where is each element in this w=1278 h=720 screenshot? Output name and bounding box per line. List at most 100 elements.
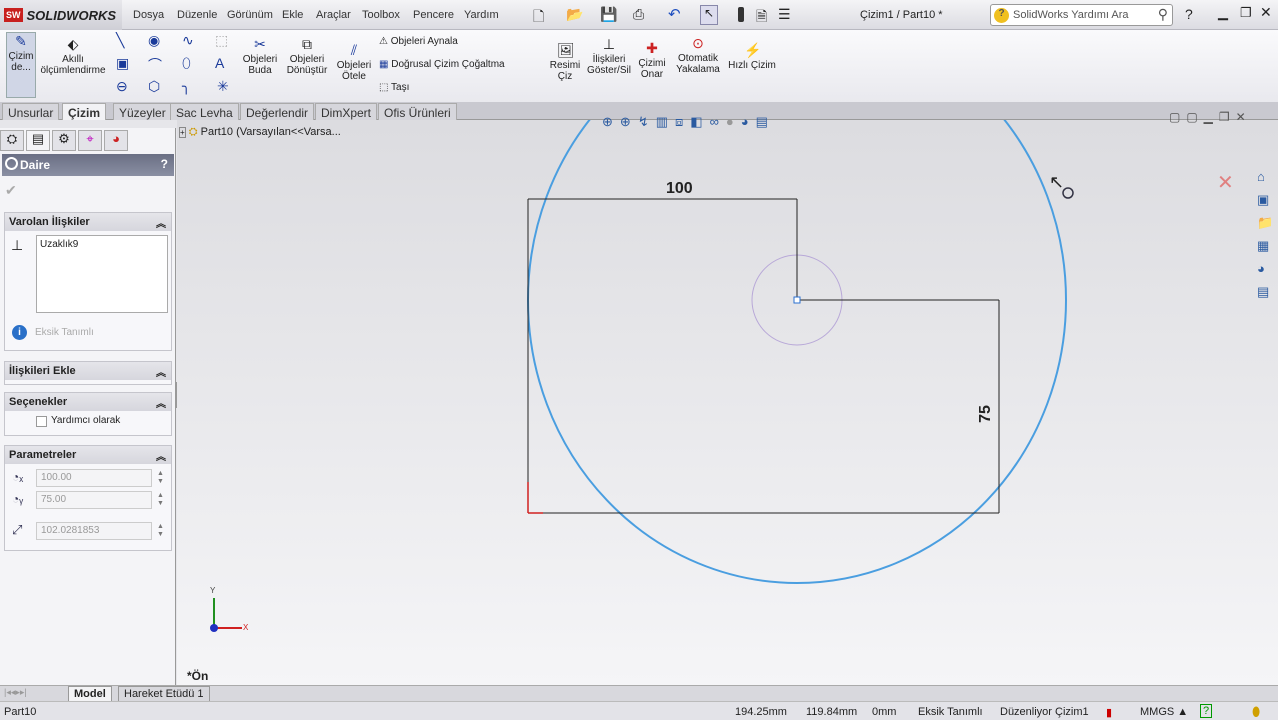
sketch-button[interactable]: ✎ Çizim de... <box>6 32 36 98</box>
group-header[interactable]: Seçenekler ︽ <box>5 393 171 411</box>
menu-pencere[interactable]: Pencere <box>413 9 454 21</box>
convert-entities-button[interactable]: ⧉ Objeleri Dönüştür <box>284 36 330 76</box>
solidworks-logo[interactable]: SW SOLIDWORKS <box>0 0 122 30</box>
view-orientation-icon[interactable]: ⧈ <box>675 114 690 129</box>
feature-tree-tab-icon[interactable]: ⛭ <box>0 130 24 151</box>
sketch-picture-button[interactable]: 🖼 Resimi Çiz <box>548 42 582 82</box>
home-icon[interactable]: ⌂ <box>1257 165 1275 188</box>
dimension-100[interactable]: 100 <box>666 180 693 198</box>
appearance-icon[interactable]: ● <box>726 114 741 129</box>
rebuild-icon[interactable] <box>738 7 744 22</box>
tab-yuzeyler[interactable]: Yüzeyler <box>113 103 172 120</box>
mirror-entities-button[interactable]: ⚠ Objeleri Aynala <box>379 36 458 47</box>
dimxpert-tab-icon[interactable]: ⌖ <box>78 130 102 151</box>
text-icon[interactable]: A <box>215 55 224 71</box>
center-x-field[interactable]: 100.00 <box>36 469 152 487</box>
line-icon[interactable]: ╲ <box>116 32 124 49</box>
scene-icon[interactable]: ◕ <box>741 114 756 129</box>
viewport-window-controls[interactable]: ▢▢▁❐✕ <box>1169 110 1252 124</box>
close-button[interactable]: ✕ <box>1260 4 1272 21</box>
new-file-icon[interactable]: 🗋 <box>533 6 544 30</box>
group-header[interactable]: Parametreler ︽ <box>5 446 171 464</box>
tab-dimxpert[interactable]: DimXpert <box>315 103 378 120</box>
hide-show-icon[interactable]: ∞ <box>710 114 726 129</box>
tab-motion-study[interactable]: Hareket Etüdü 1 <box>118 686 210 702</box>
exit-sketch-icon[interactable]: ✕ <box>1217 170 1234 195</box>
dimension-75[interactable]: 75 <box>977 405 995 423</box>
display-style-icon[interactable]: ◧ <box>690 114 709 129</box>
custom-properties-icon[interactable]: ▤ <box>1257 280 1275 303</box>
file-explorer-icon[interactable]: 📁 <box>1257 211 1275 234</box>
previous-view-icon[interactable]: ↯ <box>638 114 656 129</box>
construction-checkbox[interactable] <box>36 416 47 427</box>
rapid-sketch-button[interactable]: ⚡ Hızlı Çizim <box>728 42 776 71</box>
linear-pattern-button[interactable]: ▦ Doğrusal Çizim Çoğaltma <box>379 59 505 70</box>
slot-icon[interactable]: ⊖ <box>116 78 128 95</box>
center-x-spinner[interactable]: ▲ ▼ <box>157 470 164 486</box>
tab-cizim[interactable]: Çizim <box>62 103 107 120</box>
tab-ofis-urunleri[interactable]: Ofis Ürünleri <box>378 103 457 120</box>
expand-icon[interactable]: + <box>179 127 186 138</box>
save-icon[interactable]: 💾 <box>600 6 617 23</box>
open-file-icon[interactable]: 📂 <box>566 6 583 23</box>
grid-icon[interactable]: ⬚ <box>215 32 228 49</box>
help-status-icon[interactable]: ? <box>1200 704 1213 718</box>
select-icon[interactable]: ↖ <box>700 5 718 25</box>
trim-button[interactable]: ✂ Objeleri Buda <box>240 36 280 76</box>
circle-center-point[interactable] <box>793 296 801 304</box>
tab-model[interactable]: Model <box>68 686 112 702</box>
ellipse-icon[interactable]: ⬯ <box>182 55 191 72</box>
graphics-area[interactable]: 100 75 Y X *Ön ↖ + ⛭ Part10 (Varsayılan<… <box>177 110 1278 685</box>
fillet-icon[interactable]: ╮ <box>182 78 190 95</box>
spline-icon[interactable]: ∿ <box>182 32 194 49</box>
group-header[interactable]: İlişkileri Ekle ︽ <box>5 362 171 380</box>
options-icon[interactable]: ☰ <box>778 6 791 23</box>
zoom-area-icon[interactable]: ⊕ <box>620 114 638 129</box>
radius-spinner[interactable]: ▲ ▼ <box>157 523 164 539</box>
offset-entities-button[interactable]: ⫽ Objeleri Ötele <box>334 42 374 82</box>
rebuild-status-icon[interactable]: ▮ <box>1106 706 1112 719</box>
tab-unsurlar[interactable]: Unsurlar <box>2 103 60 120</box>
quick-snaps-button[interactable]: ⊙ Otomatik Yakalama <box>674 35 722 75</box>
smart-dimension-button[interactable]: ⬖ Akıllı ölçümlendirme <box>40 36 106 76</box>
collapse-icon[interactable]: ︽ <box>156 395 166 410</box>
restore-button[interactable]: ❐ <box>1240 5 1252 21</box>
view-palette-icon[interactable]: ▦ <box>1257 234 1275 257</box>
print-icon[interactable]: ⎙ <box>633 6 644 23</box>
display-relations-button[interactable]: ⊥ İlişkileri Göster/Sil <box>584 36 634 76</box>
minimize-button[interactable]: ▁ <box>1218 5 1228 21</box>
center-y-spinner[interactable]: ▲ ▼ <box>157 492 164 508</box>
tab-degerlendir[interactable]: Değerlendir <box>240 103 315 120</box>
menu-duzenle[interactable]: Düzenle <box>177 9 217 21</box>
help-button[interactable]: ? <box>161 157 168 171</box>
configuration-tab-icon[interactable]: ⚙ <box>52 130 76 151</box>
feature-tree-root[interactable]: + ⛭ Part10 (Varsayılan<<Varsa... <box>179 126 341 139</box>
circle-icon[interactable]: ◉ <box>148 32 160 49</box>
polygon-icon[interactable]: ⬡ <box>148 78 160 95</box>
undo-icon[interactable]: ↶ <box>668 5 681 23</box>
menu-ekle[interactable]: Ekle <box>282 9 303 21</box>
design-library-icon[interactable]: ▣ <box>1257 188 1275 211</box>
menu-dosya[interactable]: Dosya <box>133 9 164 21</box>
center-y-field[interactable]: 75.00 <box>36 491 152 509</box>
arc-icon[interactable]: ⌒ <box>148 55 162 75</box>
section-view-icon[interactable]: ▥ <box>656 114 675 129</box>
selected-circle[interactable] <box>527 120 1067 584</box>
appearance-tab-icon[interactable]: ◕ <box>104 130 128 151</box>
heads-up-toolbar[interactable]: ⊕⊕↯▥⧈◧∞●◕▤ <box>602 114 775 130</box>
collapse-icon[interactable]: ︽ <box>156 364 166 379</box>
tab-scroll-icons[interactable]: |◂◂▸▸| <box>4 687 27 698</box>
repair-sketch-button[interactable]: ✚ Çizimi Onar <box>638 40 666 80</box>
relations-list[interactable]: Uzaklık9 <box>36 235 168 313</box>
view-settings-icon[interactable]: ▤ <box>756 114 775 129</box>
search-icon[interactable]: ⚲ <box>1158 6 1168 23</box>
point-icon[interactable]: ✳ <box>217 78 229 95</box>
tag-icon[interactable]: ⬮ <box>1252 704 1260 720</box>
collapse-icon[interactable]: ︽ <box>156 448 166 463</box>
help-search-input[interactable]: ? SolidWorks Yardımı Ara ⚲ <box>990 4 1173 26</box>
zoom-fit-icon[interactable]: ⊕ <box>602 114 620 129</box>
rectangle-icon[interactable]: ▣ <box>116 55 129 72</box>
collapse-icon[interactable]: ︽ <box>156 215 166 230</box>
move-entities-button[interactable]: ⬚ Taşı <box>379 82 409 93</box>
property-manager-tab-icon[interactable]: ▤ <box>26 130 50 151</box>
